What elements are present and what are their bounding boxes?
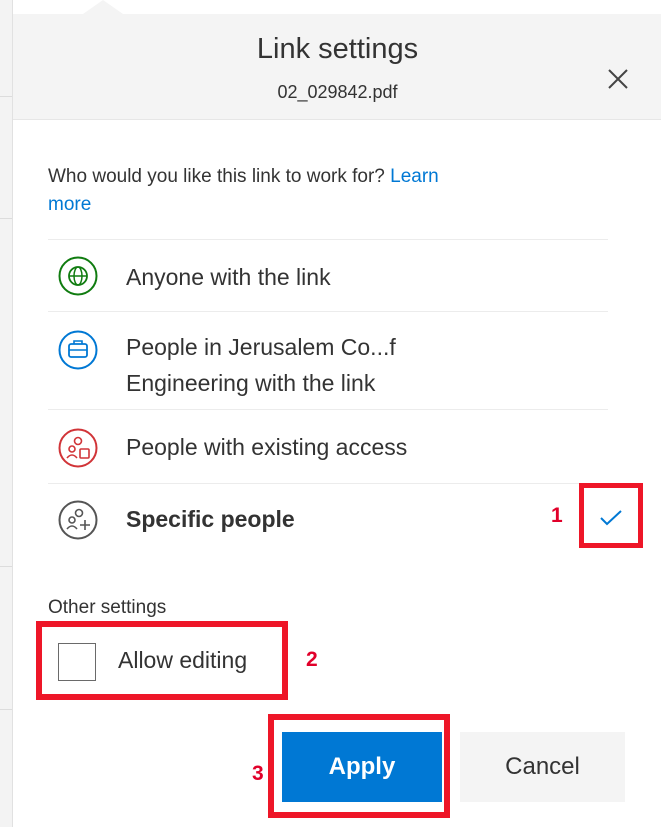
option-specific-people[interactable]: Specific people [48, 483, 608, 556]
option-label-line2: Engineering with the link [126, 370, 376, 396]
option-label: Anyone with the link [126, 264, 331, 290]
option-anyone-with-link[interactable]: Anyone with the link [48, 239, 608, 312]
link-audience-question: Who would you like this link to work for… [48, 163, 468, 219]
option-people-in-organization[interactable]: People in Jerusalem Co...f Engineering w… [48, 311, 608, 410]
background-divider [0, 96, 12, 97]
globe-icon [58, 256, 98, 296]
question-text: Who would you like this link to work for… [48, 166, 385, 187]
people-add-icon [58, 500, 98, 540]
background-divider [0, 566, 12, 567]
briefcase-icon [58, 330, 98, 370]
other-settings-heading: Other settings [48, 597, 167, 618]
dialog-title: Link settings [256, 33, 419, 65]
apply-button[interactable]: Apply [282, 732, 442, 802]
people-group-icon [58, 428, 98, 468]
annotation-3: 3 [252, 762, 264, 785]
option-label-line1: People in Jerusalem Co...f [126, 334, 396, 360]
option-people-with-existing-access[interactable]: People with existing access [48, 409, 608, 484]
option-label: People with existing access [126, 434, 408, 460]
checkmark-icon [600, 510, 622, 526]
annotation-1: 1 [551, 504, 563, 527]
dialog-header: Link settings 02_029842.pdf [13, 14, 661, 120]
close-icon[interactable] [601, 62, 635, 96]
background-divider [0, 709, 12, 710]
dialog-pointer [83, 0, 123, 14]
option-label: Specific people [126, 506, 295, 532]
annotation-2: 2 [306, 648, 318, 671]
cancel-button[interactable]: Cancel [460, 732, 625, 802]
background-strip [0, 0, 12, 827]
background-divider [0, 218, 12, 219]
allow-editing-label: Allow editing [118, 647, 248, 673]
selected-checkmark-highlight[interactable] [579, 483, 643, 548]
file-name: 02_029842.pdf [277, 82, 398, 102]
allow-editing-checkbox[interactable] [58, 643, 96, 681]
